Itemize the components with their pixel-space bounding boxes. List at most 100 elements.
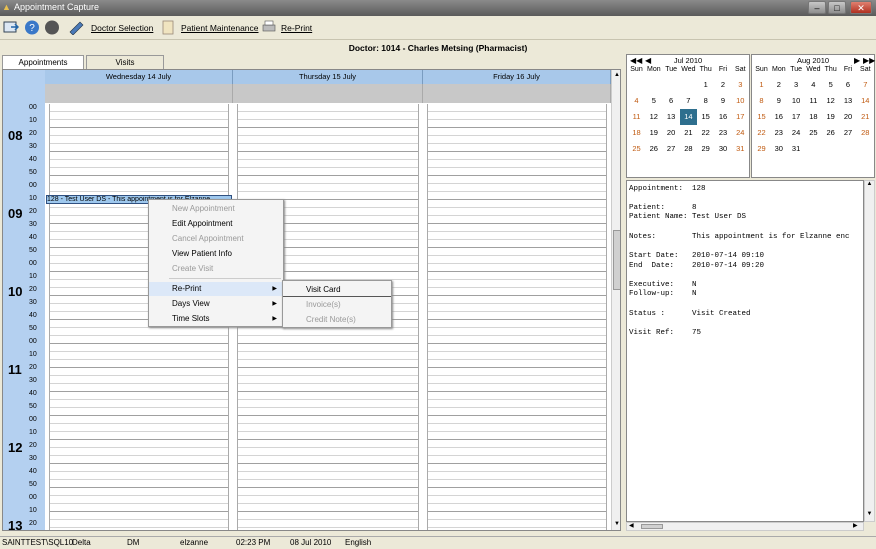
time-slot[interactable] — [238, 416, 418, 424]
calendar-day[interactable]: 1 — [697, 77, 714, 93]
calendar-day[interactable]: 12 — [822, 93, 839, 109]
time-slot[interactable] — [50, 464, 228, 472]
time-slot[interactable] — [238, 160, 418, 168]
time-slot[interactable] — [50, 144, 228, 152]
calendar-day[interactable]: 17 — [788, 109, 805, 125]
calendar-day[interactable]: 16 — [715, 109, 732, 125]
submenu-item-invoice-s[interactable]: Invoice(s) — [283, 298, 391, 312]
time-slot[interactable] — [50, 440, 228, 448]
calendar-day[interactable]: 30 — [715, 141, 732, 157]
time-slot[interactable] — [428, 104, 606, 112]
patient-maintenance-button[interactable]: Patient Maintenance — [181, 23, 259, 33]
time-slot[interactable] — [428, 456, 606, 464]
calendar-day[interactable]: 23 — [715, 125, 732, 141]
time-slot[interactable] — [428, 112, 606, 120]
time-slot[interactable] — [428, 416, 606, 424]
time-slot[interactable] — [50, 344, 228, 352]
time-slot[interactable] — [428, 320, 606, 328]
minimize-button[interactable]: – — [808, 1, 826, 14]
calendar-day[interactable]: 13 — [840, 93, 857, 109]
calendar-day[interactable]: 6 — [840, 77, 857, 93]
time-slot[interactable] — [238, 472, 418, 480]
time-slot[interactable] — [50, 512, 228, 520]
time-slot[interactable] — [50, 352, 228, 360]
time-slot[interactable] — [238, 464, 418, 472]
time-slot[interactable] — [428, 336, 606, 344]
menu-item-edit-appointment[interactable]: Edit Appointment — [149, 217, 283, 231]
time-slot[interactable] — [50, 424, 228, 432]
time-slot[interactable] — [238, 432, 418, 440]
time-slot[interactable] — [238, 480, 418, 488]
calendar-day[interactable]: 3 — [732, 77, 749, 93]
details-scroll-right-arrow[interactable]: ▶ — [853, 523, 858, 530]
calendar-day[interactable]: 8 — [697, 93, 714, 109]
calendar-day[interactable]: 4 — [805, 77, 822, 93]
calendar-day[interactable]: 14 — [857, 93, 874, 109]
time-slot[interactable] — [428, 200, 606, 208]
maximize-button[interactable]: □ — [828, 1, 846, 14]
scroll-up-arrow[interactable]: ▲ — [612, 70, 620, 80]
menu-item-re-print[interactable]: Re-Print ▶ — [149, 282, 283, 296]
time-slot[interactable] — [428, 520, 606, 528]
calendar-day[interactable]: 1 — [753, 77, 770, 93]
time-slot[interactable] — [428, 280, 606, 288]
time-slot[interactable] — [50, 472, 228, 480]
time-slot[interactable] — [428, 184, 606, 192]
time-slot[interactable] — [238, 440, 418, 448]
time-slot[interactable] — [50, 120, 228, 128]
doctor-selection-icon[interactable] — [68, 20, 84, 35]
time-slot[interactable] — [428, 424, 606, 432]
time-slot[interactable] — [428, 464, 606, 472]
all-day-band[interactable] — [45, 84, 233, 103]
time-slot[interactable] — [238, 488, 418, 496]
time-slot[interactable] — [428, 272, 606, 280]
calendar-day[interactable]: 15 — [753, 109, 770, 125]
time-slot[interactable] — [428, 528, 606, 530]
next-year-button[interactable]: ▶▶ — [863, 55, 875, 66]
time-slot[interactable] — [428, 312, 606, 320]
next-month-button[interactable]: ▶ — [854, 55, 860, 66]
time-slot[interactable] — [428, 192, 606, 200]
time-slot[interactable] — [238, 504, 418, 512]
time-slot[interactable] — [428, 304, 606, 312]
time-slot[interactable] — [428, 472, 606, 480]
time-slot[interactable] — [428, 264, 606, 272]
calendar-day[interactable]: 9 — [770, 93, 787, 109]
prev-month-button[interactable]: ◀ — [645, 55, 651, 66]
time-slot[interactable] — [238, 520, 418, 528]
calendar-day[interactable]: 9 — [715, 93, 732, 109]
time-slot[interactable] — [238, 528, 418, 530]
prev-year-button[interactable]: ◀◀ — [630, 55, 642, 66]
time-slot[interactable] — [428, 440, 606, 448]
calendar-day[interactable]: 11 — [805, 93, 822, 109]
time-slot[interactable] — [428, 152, 606, 160]
time-slot[interactable] — [238, 496, 418, 504]
calendar-scrollbar[interactable]: ▲ ▼ — [611, 70, 620, 530]
time-slot[interactable] — [238, 104, 418, 112]
time-slot[interactable] — [50, 376, 228, 384]
calendar-day[interactable]: 21 — [857, 109, 874, 125]
calendar-day[interactable]: 18 — [805, 109, 822, 125]
time-slot[interactable] — [428, 120, 606, 128]
calendar-day[interactable]: 14 — [679, 109, 697, 125]
time-slot[interactable] — [428, 512, 606, 520]
reprint-button[interactable]: Re-Print — [281, 23, 312, 33]
time-slot[interactable] — [428, 496, 606, 504]
day-column[interactable]: Friday 16 July — [423, 70, 611, 530]
time-slot[interactable] — [50, 128, 228, 136]
menu-item-view-patient-info[interactable]: View Patient Info — [149, 247, 283, 261]
calendar-day[interactable]: 23 — [770, 125, 787, 141]
time-slot[interactable] — [238, 448, 418, 456]
time-slot[interactable] — [238, 328, 418, 336]
calendar-day[interactable]: 6 — [663, 93, 680, 109]
all-day-band[interactable] — [233, 84, 423, 103]
time-slot[interactable] — [428, 224, 606, 232]
calendar-day[interactable]: 7 — [680, 93, 697, 109]
calendar-day[interactable]: 12 — [645, 109, 662, 125]
time-slot[interactable] — [428, 328, 606, 336]
time-slot[interactable] — [428, 392, 606, 400]
tab-appointments[interactable]: Appointments — [2, 55, 84, 70]
details-scroll-up-arrow[interactable]: ▲ — [865, 181, 874, 187]
calendar-day[interactable]: 5 — [645, 93, 662, 109]
time-slot[interactable] — [50, 360, 228, 368]
